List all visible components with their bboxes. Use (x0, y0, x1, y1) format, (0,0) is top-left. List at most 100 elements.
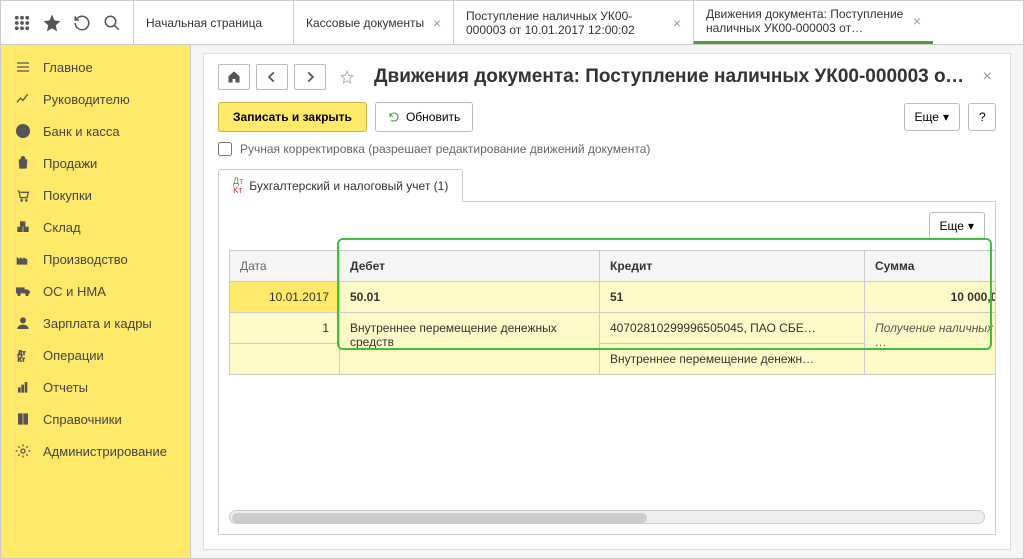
sidebar-item-label: Руководителю (43, 92, 130, 107)
refresh-icon (388, 111, 400, 123)
sidebar-item-admin[interactable]: Администрирование (1, 435, 190, 467)
forward-button[interactable] (294, 64, 326, 90)
toolbar: Записать и закрыть Обновить Еще▾ ? (218, 102, 996, 132)
manual-correction-row: Ручная корректировка (разрешает редактир… (218, 142, 996, 156)
chevron-down-icon: ▾ (968, 219, 974, 233)
tab-label: Движения документа: Поступление наличных… (706, 7, 905, 35)
close-icon[interactable]: × (905, 13, 921, 29)
gear-icon (15, 443, 31, 459)
manual-correction-checkbox[interactable] (218, 142, 232, 156)
page-title: Движения документа: Поступление наличных… (374, 66, 973, 88)
sidebar-item-label: Отчеты (43, 380, 88, 395)
sidebar-item-label: Производство (43, 252, 128, 267)
sidebar: Главное Руководителю ₽ Банк и касса Прода… (1, 45, 191, 558)
sidebar-item-label: Зарплата и кадры (43, 316, 152, 331)
svg-text:Кт: Кт (18, 357, 26, 363)
movements-table: Дата Дебет Кредит Сумма С 10.01.2017 50.… (229, 250, 996, 375)
sidebar-item-label: Склад (43, 220, 81, 235)
sidebar-item-reports[interactable]: Отчеты (1, 371, 190, 403)
svg-text:₽: ₽ (20, 127, 25, 136)
sidebar-item-purchases[interactable]: Покупки (1, 179, 190, 211)
sidebar-item-operations[interactable]: ДтКт Операции (1, 339, 190, 371)
cell-credit-desc: Внутреннее перемещение денежн… (600, 344, 865, 375)
close-button[interactable]: × (979, 68, 996, 86)
sidebar-item-assets[interactable]: ОС и НМА (1, 275, 190, 307)
svg-text:Дт: Дт (18, 350, 27, 357)
table-row[interactable]: 1 Внутреннее перемещение денежных средст… (230, 313, 997, 344)
col-date[interactable]: Дата (230, 251, 340, 282)
sidebar-item-warehouse[interactable]: Склад (1, 211, 190, 243)
truck-icon (15, 283, 31, 299)
table-container: Еще▾ Дата Дебет Кредит Сумма С (218, 202, 996, 535)
sidebar-item-main[interactable]: Главное (1, 51, 190, 83)
bag-icon (15, 155, 31, 171)
book-icon (15, 411, 31, 427)
col-credit[interactable]: Кредит (600, 251, 865, 282)
sidebar-item-label: Покупки (43, 188, 92, 203)
horizontal-scrollbar[interactable] (229, 510, 985, 524)
cell-seq: 1 (230, 313, 340, 344)
table-more-button[interactable]: Еще▾ (929, 212, 985, 240)
sidebar-item-sales[interactable]: Продажи (1, 147, 190, 179)
close-icon[interactable]: × (425, 15, 441, 31)
col-debit[interactable]: Дебет (340, 251, 600, 282)
help-button[interactable]: ? (968, 103, 996, 131)
cart-icon (15, 187, 31, 203)
tab-cash-docs[interactable]: Кассовые документы× (293, 1, 453, 44)
report-icon (15, 379, 31, 395)
chevron-down-icon: ▾ (943, 110, 949, 124)
tab-label: Кассовые документы (306, 16, 424, 30)
cell-credit-acct: 40702810299996505045, ПАО СБЕ… (600, 313, 865, 344)
tab-label: Поступление наличных УК00-000003 от 10.0… (466, 9, 665, 37)
sidebar-item-label: Банк и касса (43, 124, 120, 139)
tab-home[interactable]: Начальная страница (133, 1, 293, 44)
tab-label: Начальная страница (146, 16, 262, 30)
close-icon[interactable]: × (665, 15, 681, 31)
cell-sum: 10 000,00 (865, 282, 997, 313)
sidebar-item-hr[interactable]: Зарплата и кадры (1, 307, 190, 339)
cell-empty (230, 344, 340, 375)
top-bar: Начальная страница Кассовые документы× П… (1, 1, 1023, 45)
col-sum[interactable]: Сумма (865, 251, 997, 282)
apps-icon[interactable] (13, 14, 31, 32)
refresh-label: Обновить (406, 110, 460, 124)
favorite-button[interactable] (332, 65, 362, 89)
cell-sum-desc: Получение наличных в … (865, 313, 997, 375)
sidebar-item-label: Операции (43, 348, 104, 363)
main-area: Движения документа: Поступление наличных… (191, 45, 1023, 558)
table-row[interactable]: 10.01.2017 50.01 51 10 000,00 (230, 282, 997, 313)
sidebar-item-label: Справочники (43, 412, 122, 427)
subtabs: ДтКт Бухгалтерский и налоговый учет (1) (218, 168, 996, 202)
back-button[interactable] (256, 64, 288, 90)
ops-icon: ДтКт (15, 347, 31, 363)
sidebar-item-label: ОС и НМА (43, 284, 106, 299)
sidebar-item-label: Продажи (43, 156, 97, 171)
sidebar-item-manager[interactable]: Руководителю (1, 83, 190, 115)
cell-debit: 50.01 (340, 282, 600, 313)
sidebar-item-label: Администрирование (43, 444, 167, 459)
history-icon[interactable] (73, 14, 91, 32)
sidebar-item-bank[interactable]: ₽ Банк и касса (1, 115, 190, 147)
scrollbar-thumb[interactable] (232, 513, 647, 523)
person-icon (15, 315, 31, 331)
subtab-accounting[interactable]: ДтКт Бухгалтерский и налоговый учет (1) (218, 169, 463, 202)
save-close-button[interactable]: Записать и закрыть (218, 102, 367, 132)
sidebar-item-catalogs[interactable]: Справочники (1, 403, 190, 435)
cell-debit-desc: Внутреннее перемещение денежных средств (340, 313, 600, 375)
refresh-button[interactable]: Обновить (375, 102, 473, 132)
home-button[interactable] (218, 64, 250, 90)
tab-receipt[interactable]: Поступление наличных УК00-000003 от 10.0… (453, 1, 693, 44)
ruble-icon: ₽ (15, 123, 31, 139)
cell-credit: 51 (600, 282, 865, 313)
main-header: Движения документа: Поступление наличных… (218, 64, 996, 90)
search-icon[interactable] (103, 14, 121, 32)
sidebar-item-production[interactable]: Производство (1, 243, 190, 275)
star-icon[interactable] (43, 14, 61, 32)
menu-icon (15, 59, 31, 75)
tab-movements[interactable]: Движения документа: Поступление наличных… (693, 1, 933, 44)
factory-icon (15, 251, 31, 267)
cell-date: 10.01.2017 (230, 282, 340, 313)
more-button[interactable]: Еще▾ (904, 103, 960, 131)
manual-correction-label: Ручная корректировка (разрешает редактир… (240, 142, 650, 156)
sidebar-item-label: Главное (43, 60, 93, 75)
